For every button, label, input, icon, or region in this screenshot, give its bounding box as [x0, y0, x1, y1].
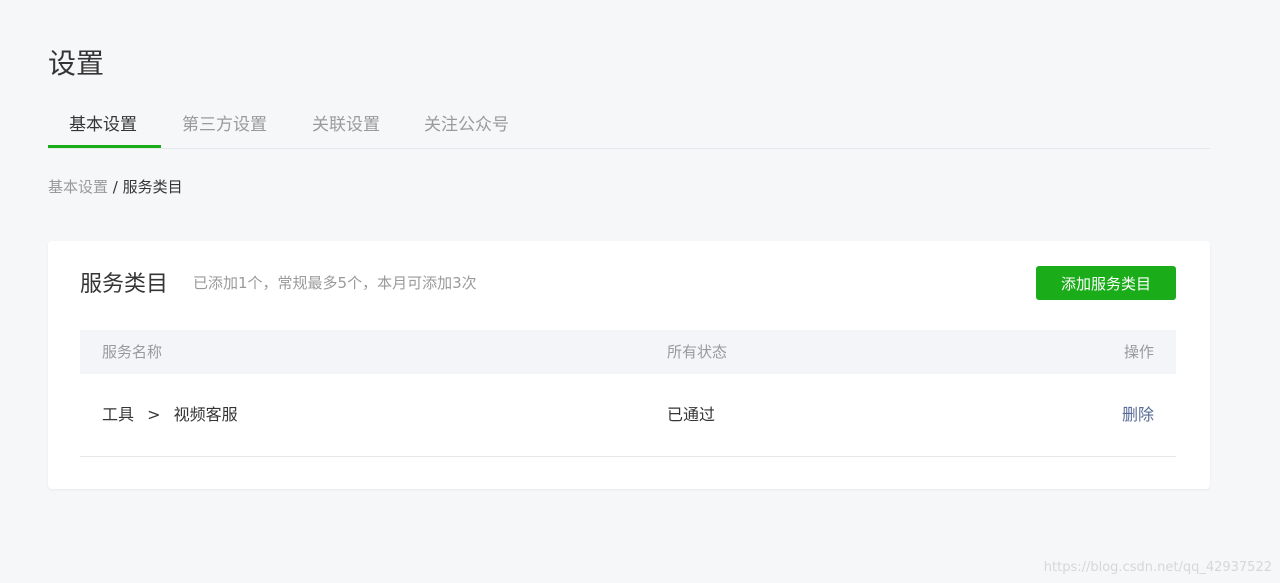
breadcrumb-separator: / [108, 178, 123, 196]
chevron-right-icon: > [147, 405, 161, 424]
tab-basic-settings[interactable]: 基本设置 [69, 104, 137, 148]
active-tab-indicator [48, 145, 161, 148]
service-status: 已通过 [667, 405, 716, 424]
header-service-name: 服务名称 [102, 343, 163, 361]
page-title: 设置 [48, 47, 105, 80]
table-header: 服务名称 所有状态 操作 [80, 330, 1176, 374]
breadcrumb-parent-link[interactable]: 基本设置 [48, 178, 108, 196]
card-description: 已添加1个，常规最多5个，本月可添加3次 [193, 274, 477, 292]
header-status-filter[interactable]: 所有状态 [667, 330, 727, 374]
table-row: 工具 > 视频客服 已通过 删除 [80, 374, 1176, 457]
breadcrumb-current: 服务类目 [122, 178, 183, 196]
header-action: 操作 [1123, 343, 1154, 361]
service-subcategory: 视频客服 [173, 405, 238, 424]
service-category-card: 服务类目 已添加1个，常规最多5个，本月可添加3次 添加服务类目 服务名称 所有… [48, 241, 1210, 489]
tab-linked-settings[interactable]: 关联设置 [312, 104, 380, 148]
card-title: 服务类目 [80, 272, 169, 297]
settings-tabs: 基本设置 第三方设置 关联设置 关注公众号 [48, 104, 1210, 149]
service-category: 工具 [102, 405, 135, 424]
add-service-category-button[interactable]: 添加服务类目 [1036, 266, 1176, 300]
delete-link[interactable]: 删除 [1122, 374, 1154, 456]
tab-third-party-settings[interactable]: 第三方设置 [182, 104, 267, 148]
tab-follow-official-account[interactable]: 关注公众号 [424, 104, 509, 148]
service-name-cell: 工具 > 视频客服 [102, 374, 238, 456]
breadcrumb: 基本设置 / 服务类目 [48, 176, 183, 197]
watermark: https://blog.csdn.net/qq_42937522 [1043, 560, 1272, 575]
